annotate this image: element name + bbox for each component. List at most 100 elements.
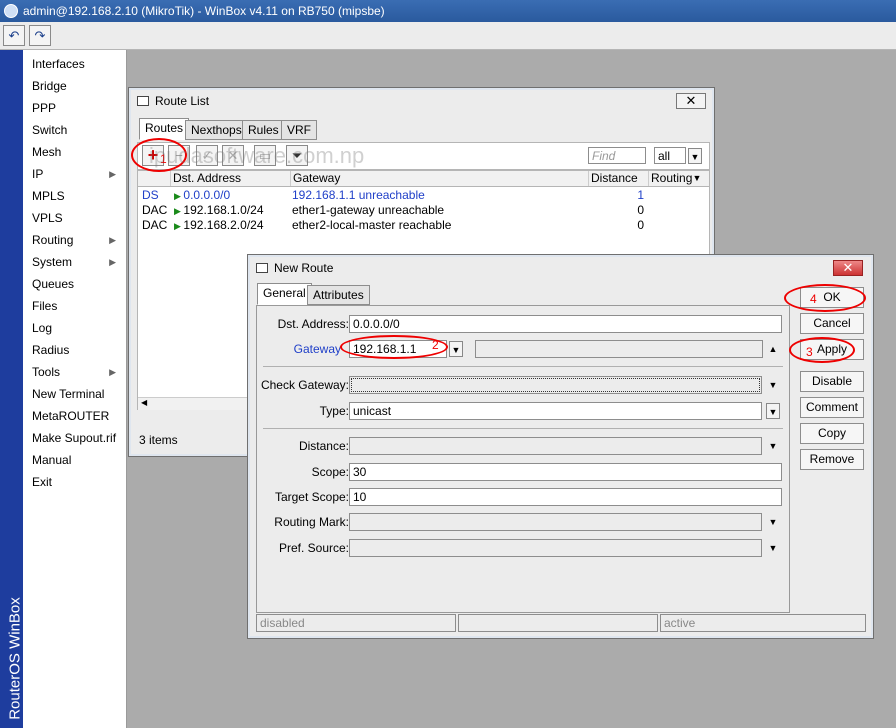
menu-item-label: IP: [32, 167, 44, 181]
menu-item-mesh[interactable]: Mesh: [32, 141, 122, 163]
table-cell: 1: [588, 188, 644, 203]
type-select[interactable]: unicast: [349, 402, 762, 420]
menu-item-new-terminal[interactable]: New Terminal: [32, 383, 122, 405]
menu-item-manual[interactable]: Manual: [32, 449, 122, 471]
copy-button[interactable]: Copy: [800, 423, 864, 444]
tab-rules[interactable]: Rules: [242, 120, 285, 140]
routing-mark-select[interactable]: [349, 513, 762, 531]
chevron-down-icon[interactable]: ▼: [690, 171, 704, 186]
menu-item-exit[interactable]: Exit: [32, 471, 122, 493]
col-distance[interactable]: Distance: [588, 171, 648, 186]
chevron-up-down-icon[interactable]: ▲: [766, 341, 780, 357]
menu-item-label: MPLS: [32, 189, 65, 203]
menu-item-ip[interactable]: IP ▶: [32, 163, 122, 185]
target-scope-label: Target Scope:: [274, 490, 349, 504]
cell-gateway: ether1-gateway unreachable: [292, 203, 445, 217]
new-route-window: New Route ✕ General Attributes Dst. Addr…: [247, 254, 874, 639]
target-scope-field[interactable]: 10: [349, 488, 782, 506]
app-title: admin@192.168.2.10 (MikroTik) - WinBox v…: [23, 4, 385, 18]
menu-item-label: System: [32, 255, 73, 269]
tab-nexthops[interactable]: Nexthops: [185, 120, 248, 140]
menu-item-files[interactable]: Files: [32, 295, 122, 317]
menu-item-interfaces[interactable]: Interfaces: [32, 53, 122, 75]
table-cell: ▶ 192.168.2.0/24: [170, 218, 290, 233]
route-list-titlebar[interactable]: Route List: [129, 88, 714, 114]
route-list-title: Route List: [155, 94, 210, 108]
status-active: active: [660, 614, 866, 632]
menu-item-label: Queues: [32, 277, 75, 291]
menu-item-switch[interactable]: Switch: [32, 119, 122, 141]
chevron-down-icon[interactable]: ▼: [766, 514, 780, 530]
menu-item-queues[interactable]: Queues: [32, 273, 122, 295]
divider: [263, 428, 783, 429]
distance-field[interactable]: [349, 437, 762, 455]
filter-select[interactable]: all: [654, 147, 686, 164]
menu-item-make-supout-rif[interactable]: Make Supout.rif: [32, 427, 122, 449]
chevron-down-icon[interactable]: ▼: [688, 148, 702, 164]
pref-source-field[interactable]: [349, 539, 762, 557]
col-flags[interactable]: [140, 171, 168, 186]
window-icon: [137, 96, 149, 106]
tab-attributes[interactable]: Attributes: [307, 285, 370, 305]
table-cell: DAC: [140, 218, 168, 233]
menu-item-radius[interactable]: Radius: [32, 339, 122, 361]
cell-dst: 0.0.0.0/0: [183, 188, 231, 202]
tab-general[interactable]: General: [257, 283, 312, 305]
undo-icon[interactable]: ↶: [3, 25, 25, 46]
table-cell: DAC: [140, 203, 168, 218]
cell-flags: DAC: [142, 218, 168, 232]
chevron-right-icon: ▶: [109, 257, 116, 267]
new-route-title: New Route: [274, 261, 334, 275]
col-dst-address[interactable]: Dst. Address: [170, 171, 290, 186]
menu-item-label: Radius: [32, 343, 70, 357]
chevron-down-icon[interactable]: ▼: [766, 438, 780, 454]
menu-item-system[interactable]: System ▶: [32, 251, 122, 273]
scope-field[interactable]: 30: [349, 463, 782, 481]
chevron-down-icon[interactable]: ▼: [766, 377, 780, 393]
menu-item-vpls[interactable]: VPLS: [32, 207, 122, 229]
route-active-icon: ▶: [174, 206, 184, 216]
chevron-down-icon[interactable]: ▼: [766, 403, 780, 419]
table-row[interactable]: DS ▶ 0.0.0.0/0 192.168.1.1 unreachable 1: [138, 188, 709, 203]
disable-button[interactable]: Disable: [800, 371, 864, 392]
new-route-titlebar[interactable]: New Route: [248, 255, 873, 281]
table-cell: ether1-gateway unreachable: [290, 203, 588, 218]
chevron-left-icon[interactable]: ◀: [141, 398, 147, 407]
menu-item-bridge[interactable]: Bridge: [32, 75, 122, 97]
dst-address-field[interactable]: 0.0.0.0/0: [349, 315, 782, 333]
chevron-down-icon[interactable]: ▼: [449, 341, 463, 357]
table-cell: 0: [588, 203, 644, 218]
annotation-number-3: 3: [806, 345, 813, 359]
menu-item-tools[interactable]: Tools ▶: [32, 361, 122, 383]
menu-item-ppp[interactable]: PPP: [32, 97, 122, 119]
chevron-down-icon[interactable]: ▼: [766, 540, 780, 556]
table-row[interactable]: DAC ▶ 192.168.1.0/24 ether1-gateway unreac…: [138, 203, 709, 218]
menu-item-label: Exit: [32, 475, 53, 489]
find-input[interactable]: Find: [588, 147, 646, 164]
redo-icon[interactable]: ↷: [29, 25, 51, 46]
table-cell: 192.168.1.1 unreachable: [290, 188, 588, 203]
menu-item-log[interactable]: Log: [32, 317, 122, 339]
cancel-button[interactable]: Cancel: [800, 313, 864, 334]
table-cell: 0: [588, 218, 644, 233]
cell-distance: 0: [637, 203, 644, 217]
dst-address-label: Dst. Address:: [277, 317, 349, 331]
menu-item-routing[interactable]: Routing ▶: [32, 229, 122, 251]
close-icon[interactable]: ✕: [676, 93, 706, 109]
check-gateway-select[interactable]: [349, 376, 762, 394]
close-icon[interactable]: ✕: [833, 260, 863, 276]
menu-item-label: PPP: [32, 101, 57, 115]
cell-gateway: ether2-local-master reachable: [292, 218, 452, 232]
menu-item-mpls[interactable]: MPLS: [32, 185, 122, 207]
tab-vrf[interactable]: VRF: [281, 120, 317, 140]
route-active-icon: ▶: [174, 191, 184, 201]
cell-flags: DAC: [142, 203, 168, 217]
col-gateway[interactable]: Gateway: [290, 171, 588, 186]
tab-routes[interactable]: Routes: [139, 118, 190, 140]
table-row[interactable]: DAC ▶ 192.168.2.0/24 ether2-local-master r…: [138, 218, 709, 233]
remove-button[interactable]: Remove: [800, 449, 864, 470]
main-toolbar: ↶ ↷: [0, 22, 896, 50]
comment-button[interactable]: Comment: [800, 397, 864, 418]
menu-item-metarouter[interactable]: MetaROUTER: [32, 405, 122, 427]
scope-label: Scope:: [311, 465, 349, 479]
